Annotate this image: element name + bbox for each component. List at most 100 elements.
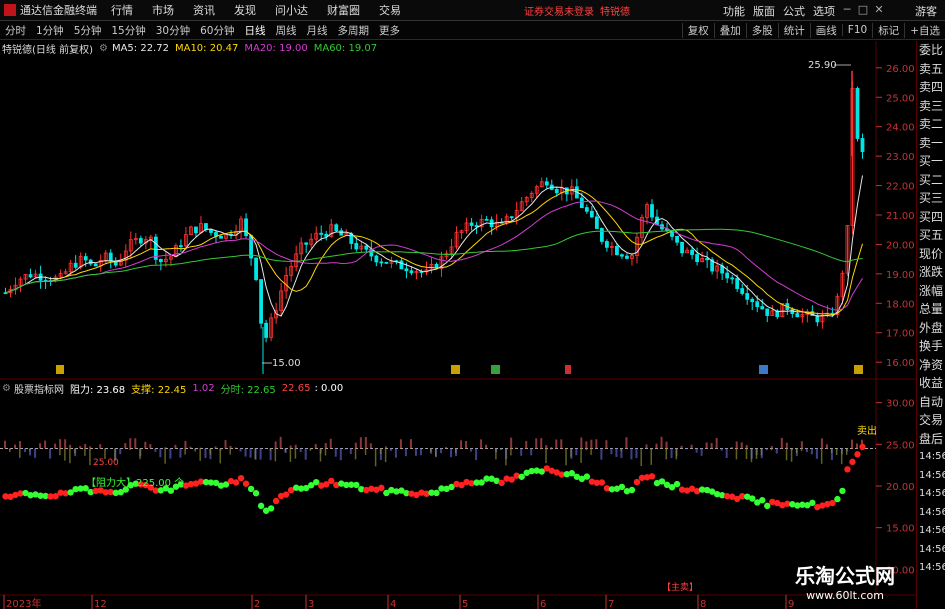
indicator-bar [184,440,187,449]
period-monthly[interactable]: 月线 [307,23,328,38]
menu-trade[interactable]: 交易 [379,2,401,18]
event-marker[interactable] [854,365,863,374]
period-multi[interactable]: 多周期 [338,23,370,38]
menu-wealth[interactable]: 财富圈 [327,2,360,18]
menu-discover[interactable]: 发现 [234,2,256,18]
period-more[interactable]: 更多 [379,23,400,38]
indicator-bar [780,437,783,449]
period-weekly[interactable]: 周线 [276,23,297,38]
indicator-bar [189,446,192,449]
close-icon[interactable]: ✕ [871,2,887,18]
sidebar-item[interactable]: 自动 [917,393,945,412]
kline-chart[interactable]: 26.00 25.00 24.00 23.00 22.00 21.00 20.00 19.00… [0,41,916,609]
sidebar-item: 卖二 [919,117,944,131]
indicator-bar [304,448,307,460]
price-tick-label: 21.00 [886,211,915,222]
tb-overlay[interactable]: 叠加 [713,22,746,38]
indicator-point [478,479,485,486]
event-marker[interactable] [565,365,571,374]
indicator-bar [134,438,137,449]
sidebar-item: 卖三 [919,98,944,113]
sidebar-item: 买三 [919,191,944,205]
indicator-bar [540,438,543,449]
indicator-bar [825,444,828,449]
event-marker[interactable] [451,365,460,374]
tb-mark[interactable]: 标记 [872,22,904,38]
time-tick-label: 3 [308,599,314,609]
event-marker[interactable] [491,365,500,374]
guest-label[interactable]: 游客 [915,3,937,19]
tb-multi-stock[interactable]: 多股 [745,22,778,38]
indicator-bar [399,439,402,449]
indicator-bar [409,439,412,449]
indicator-bar [755,448,758,459]
indicator-bar [294,448,297,459]
indicator-bar [364,448,367,455]
indicator-point [598,479,606,486]
indicator-bar [329,438,332,449]
candle-body [244,218,248,237]
indicator-bar [530,448,533,456]
sidebar-item: 收益 [919,376,944,390]
indicator-bar [660,436,663,449]
event-marker[interactable] [56,365,64,374]
indicator-bar [590,439,593,449]
indicator-bar [820,448,823,464]
indicator-bar [274,448,277,462]
indicator-bar [570,448,572,457]
tb-draw[interactable]: 画线 [809,22,842,38]
menu-layout[interactable]: 版面 [753,3,775,19]
indicator-bar [630,448,633,460]
menu-function[interactable]: 功能 [723,3,745,19]
indicator-bar [119,448,122,455]
indicator-bar [339,448,342,461]
menu-news[interactable]: 资讯 [193,2,215,18]
indicator-bar [64,439,67,449]
period-minute[interactable]: 分时 [5,23,26,38]
sidebar-item: 涨跌 [919,265,944,279]
indicator-bar [575,448,578,456]
period-5min[interactable]: 5分钟 [74,23,102,38]
indicator-point [508,476,515,483]
candle-body [158,258,163,263]
indicator-point [272,497,280,505]
indicator-bar [289,445,292,449]
menu-market[interactable]: 市场 [152,2,174,18]
candle-body [554,189,559,194]
menu-options[interactable]: 选项 [813,3,835,19]
indicator-bar [740,442,743,449]
sidebar-item: 14:56 [919,488,945,499]
sidebar-item[interactable]: 交易 [917,411,945,430]
trade-login-notice[interactable]: 证券交易未登录 [524,3,594,18]
candle-body [249,235,253,259]
candle-body [399,260,404,270]
period-60min[interactable]: 60分钟 [200,23,234,38]
period-15min[interactable]: 15分钟 [111,23,145,38]
tb-adjust[interactable]: 复权 [681,22,714,38]
tb-add-watch[interactable]: +自选 [904,22,945,38]
candle-body [730,277,735,280]
maximize-icon[interactable]: □ [855,2,871,18]
indicator-bar [625,437,628,449]
period-1min[interactable]: 1分钟 [36,23,64,38]
period-daily[interactable]: 日线 [245,23,266,38]
tb-f10[interactable]: F10 [841,24,872,36]
tb-stats[interactable]: 统计 [777,22,810,38]
menu-formula[interactable]: 公式 [783,3,805,19]
time-tick-label: 2023年 [6,597,41,609]
time-tick-label: 6 [540,599,546,609]
minimize-icon[interactable]: ─ [839,2,855,18]
period-30min[interactable]: 30分钟 [156,23,190,38]
sidebar-item[interactable]: 盘后 [917,430,945,449]
sidebar-item: 卖五 [919,61,944,76]
event-marker[interactable] [759,365,768,374]
indicator-bar [550,448,552,450]
candle-body [760,306,765,310]
indicator-bar [495,448,497,460]
candle-body [264,322,269,338]
menu-quotes[interactable]: 行情 [111,2,133,18]
indicator-point [498,479,505,487]
menu-ask[interactable]: 问小达 [275,2,308,18]
candle-body [625,255,629,259]
indicator-bar [455,448,457,454]
